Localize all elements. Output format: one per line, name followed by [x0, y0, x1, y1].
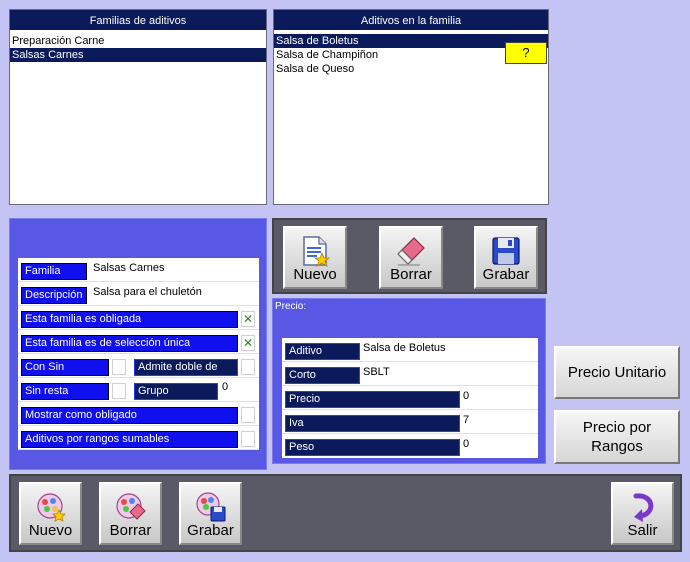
mostrar-obligado-label: Mostrar como obligado: [21, 407, 238, 424]
seleccion-unica-row: Esta familia es de selección única ✕: [18, 330, 259, 354]
family-item-preparacion-carne[interactable]: Preparación Carne: [10, 34, 266, 48]
admite-doble-label: Admite doble de: [134, 359, 238, 376]
exit-button[interactable]: Salir: [611, 482, 674, 545]
seleccion-unica-checkbox[interactable]: ✕: [241, 335, 255, 351]
price-form-card: Aditivo Salsa de Boletus Corto SBLT Prec…: [282, 338, 538, 458]
additive-save-label: Grabar: [482, 266, 530, 283]
precio-por-rangos-button[interactable]: Precio por Rangos: [554, 410, 680, 464]
precio-unitario-label: Precio Unitario: [567, 364, 667, 381]
delete-family-icon: [115, 493, 146, 520]
precio-por-rangos-label-line1: Precio por: [582, 419, 652, 436]
descripcion-value[interactable]: Salsa para el chuletón: [93, 286, 202, 298]
exit-arrow-icon: [633, 493, 653, 522]
familia-row: Familia Salsas Carnes: [18, 258, 259, 282]
rangos-sumables-label: Aditivos por rangos sumables: [21, 431, 238, 448]
precio-por-rangos-label-line2: Rangos: [591, 438, 643, 455]
precio-label: Precio: [285, 391, 460, 408]
bottom-toolbar: Nuevo Borrar Grabar Salir: [9, 474, 682, 552]
mostrar-obligado-row: Mostrar como obligado: [18, 402, 259, 426]
exit-label: Salir: [627, 522, 658, 539]
familia-label: Familia: [21, 263, 87, 280]
additives-list-panel: Aditivos en la familia Salsa de Boletus …: [273, 9, 549, 205]
corto-label: Corto: [285, 367, 360, 384]
precio-value[interactable]: 0: [463, 390, 469, 402]
additive-toolbar: Nuevo Borrar Grabar: [272, 218, 547, 294]
aditivo-value[interactable]: Salsa de Boletus: [363, 342, 446, 354]
family-delete-label: Borrar: [109, 522, 152, 539]
corto-row: Corto SBLT: [282, 362, 538, 386]
precio-unitario-button[interactable]: Precio Unitario: [554, 346, 680, 399]
descripcion-row: Descripción Salsa para el chuletón: [18, 282, 259, 306]
familia-value[interactable]: Salsas Carnes: [93, 262, 165, 274]
families-list-header: Familias de aditivos: [10, 10, 266, 32]
sin-resta-label: Sin resta: [21, 383, 109, 400]
obligada-row: Esta familia es obligada ✕: [18, 306, 259, 330]
iva-value[interactable]: 7: [463, 414, 469, 426]
grupo-value[interactable]: 0: [222, 381, 228, 393]
iva-label: Iva: [285, 415, 460, 432]
corto-value[interactable]: SBLT: [363, 366, 390, 378]
price-panel: Precio: Aditivo Salsa de Boletus Corto S…: [272, 298, 546, 464]
family-item-salsas-carnes[interactable]: Salsas Carnes: [10, 48, 266, 62]
iva-row: Iva 7: [282, 410, 538, 434]
eraser-icon: [397, 237, 425, 266]
family-new-label: Nuevo: [28, 522, 73, 539]
additive-save-button[interactable]: Grabar: [474, 226, 538, 289]
con-sin-label: Con Sin: [21, 359, 109, 376]
family-save-button[interactable]: Grabar: [179, 482, 242, 545]
peso-value[interactable]: 0: [463, 438, 469, 450]
aditivo-label: Aditivo: [285, 343, 360, 360]
additive-delete-button[interactable]: Borrar: [379, 226, 443, 289]
new-document-icon: [303, 236, 331, 267]
additives-list-header: Aditivos en la familia: [274, 10, 548, 32]
additive-new-label: Nuevo: [293, 266, 337, 283]
family-new-button[interactable]: Nuevo: [19, 482, 82, 545]
families-list: Preparación Carne Salsas Carnes: [10, 32, 266, 62]
descripcion-label: Descripción: [21, 287, 87, 304]
families-list-panel: Familias de aditivos Preparación Carne S…: [9, 9, 267, 205]
additive-item-queso[interactable]: Salsa de Queso: [274, 62, 548, 76]
family-form-card: Familia Salsas Carnes Descripción Salsa …: [18, 258, 259, 450]
new-family-icon: [36, 493, 66, 522]
admite-doble-checkbox[interactable]: [241, 359, 255, 375]
sin-resta-checkbox[interactable]: [112, 383, 126, 399]
peso-row: Peso 0: [282, 434, 538, 458]
obligada-label: Esta familia es obligada: [21, 311, 238, 328]
seleccion-unica-label: Esta familia es de selección única: [21, 335, 238, 352]
help-button[interactable]: ?: [505, 42, 547, 64]
floppy-disk-icon: [492, 237, 520, 265]
rangos-sumables-checkbox[interactable]: [241, 431, 255, 447]
peso-label: Peso: [285, 439, 460, 456]
con-sin-checkbox[interactable]: [112, 359, 126, 375]
additive-delete-label: Borrar: [390, 266, 432, 283]
family-save-label: Grabar: [187, 522, 234, 539]
family-form-panel: Familia Salsas Carnes Descripción Salsa …: [9, 218, 267, 470]
grupo-label: Grupo: [134, 383, 218, 400]
price-panel-title: Precio:: [275, 301, 307, 312]
aditivo-row: Aditivo Salsa de Boletus: [282, 338, 538, 362]
precio-row: Precio 0: [282, 386, 538, 410]
con-sin-row: Con Sin Admite doble de: [18, 354, 259, 378]
rangos-sumables-row: Aditivos por rangos sumables: [18, 426, 259, 450]
save-family-icon: [195, 492, 225, 522]
additive-new-button[interactable]: Nuevo: [283, 226, 347, 289]
obligada-checkbox[interactable]: ✕: [241, 311, 255, 327]
sin-resta-row: Sin resta Grupo 0: [18, 378, 259, 402]
mostrar-obligado-checkbox[interactable]: [241, 407, 255, 423]
family-delete-button[interactable]: Borrar: [99, 482, 162, 545]
